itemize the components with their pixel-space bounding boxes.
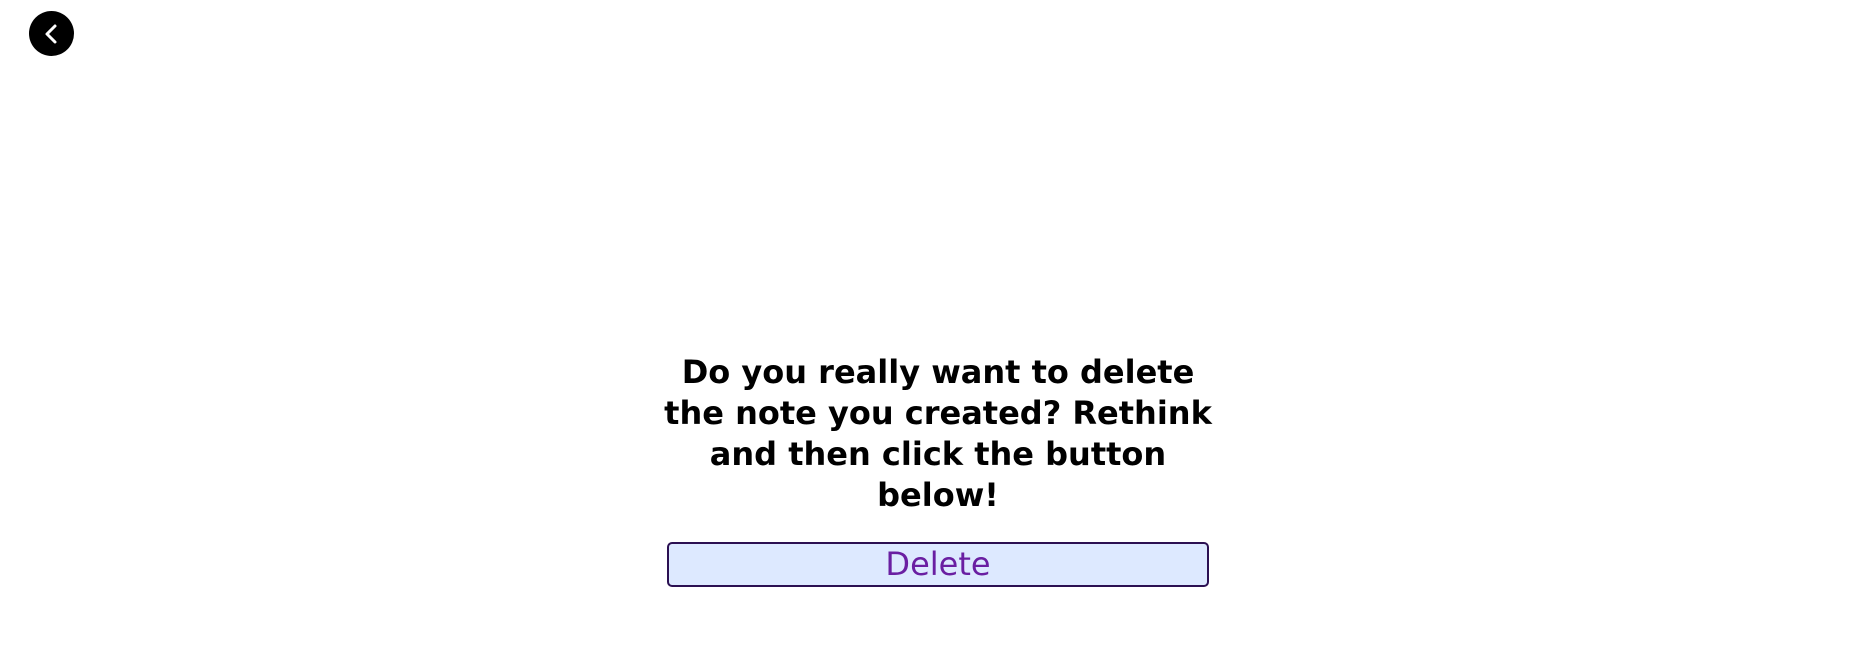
chevron-left-icon — [41, 23, 63, 45]
confirmation-message: Do you really want to delete the note yo… — [664, 353, 1212, 514]
delete-button[interactable]: Delete — [667, 542, 1209, 587]
back-button[interactable] — [29, 11, 74, 56]
page: Do you really want to delete the note yo… — [0, 0, 1876, 652]
delete-confirmation: Do you really want to delete the note yo… — [0, 352, 1876, 587]
